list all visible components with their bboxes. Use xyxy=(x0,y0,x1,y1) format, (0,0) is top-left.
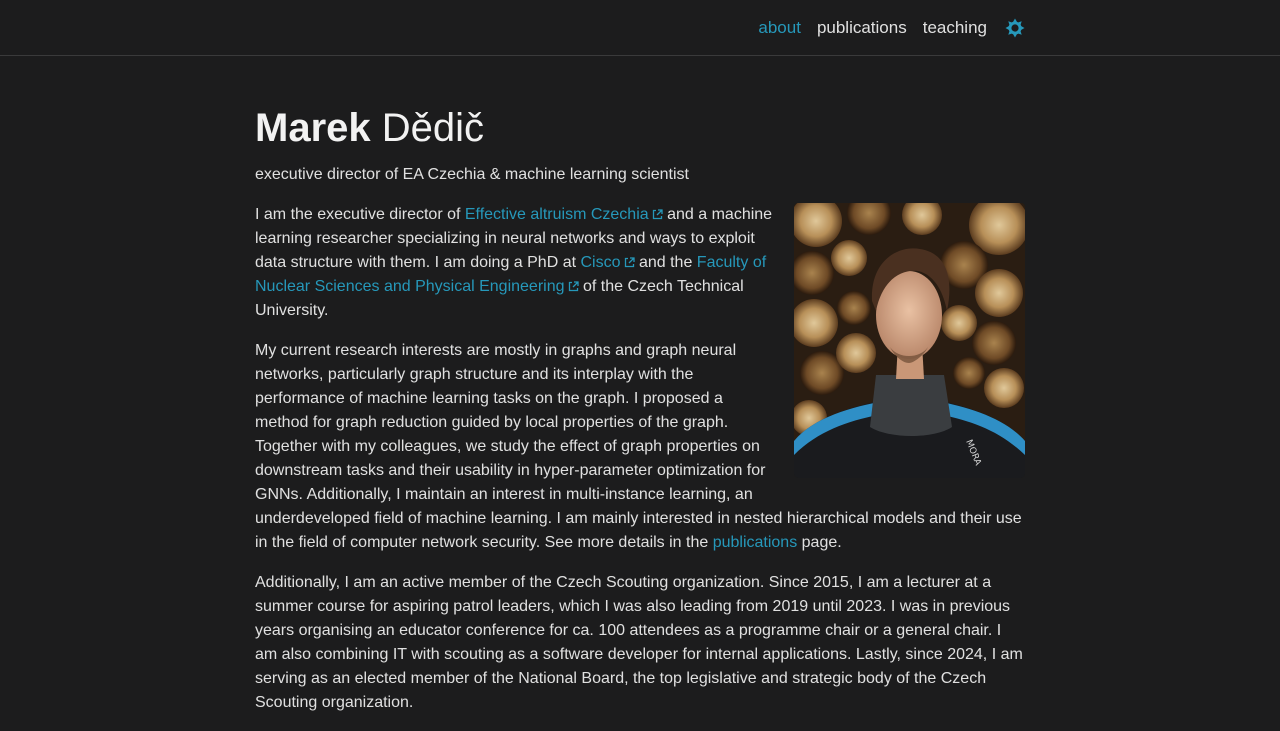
last-name: Dědič xyxy=(381,106,485,150)
first-name: Marek xyxy=(255,106,371,150)
bio-paragraph-3: Additionally, I am an active member of t… xyxy=(255,574,1023,711)
nav-item-teaching[interactable]: teaching xyxy=(923,18,987,38)
nav-item-publications[interactable]: publications xyxy=(817,18,907,38)
external-link-icon xyxy=(652,209,663,220)
external-link-icon xyxy=(568,281,579,292)
nav-item-about[interactable]: about xyxy=(758,18,801,38)
theme-toggle-button[interactable] xyxy=(1005,18,1025,38)
bio-section: MORA I am the executive director of Effe… xyxy=(255,203,1025,715)
link-publications[interactable]: publications xyxy=(713,534,798,551)
profile-photo: MORA xyxy=(794,203,1025,478)
external-link-icon xyxy=(624,257,635,268)
link-cisco[interactable]: Cisco xyxy=(581,254,635,271)
nav-links: about publications teaching xyxy=(758,0,1025,56)
main-content: Marek Dědič executive director of EA Cze… xyxy=(255,104,1025,731)
navbar: about publications teaching xyxy=(0,0,1280,56)
sun-icon xyxy=(1005,18,1025,38)
page-title: Marek Dědič xyxy=(255,104,1025,152)
page-subtitle: executive director of EA Czechia & machi… xyxy=(255,166,689,183)
link-effective-altruism-czechia[interactable]: Effective altruism Czechia xyxy=(465,206,663,223)
